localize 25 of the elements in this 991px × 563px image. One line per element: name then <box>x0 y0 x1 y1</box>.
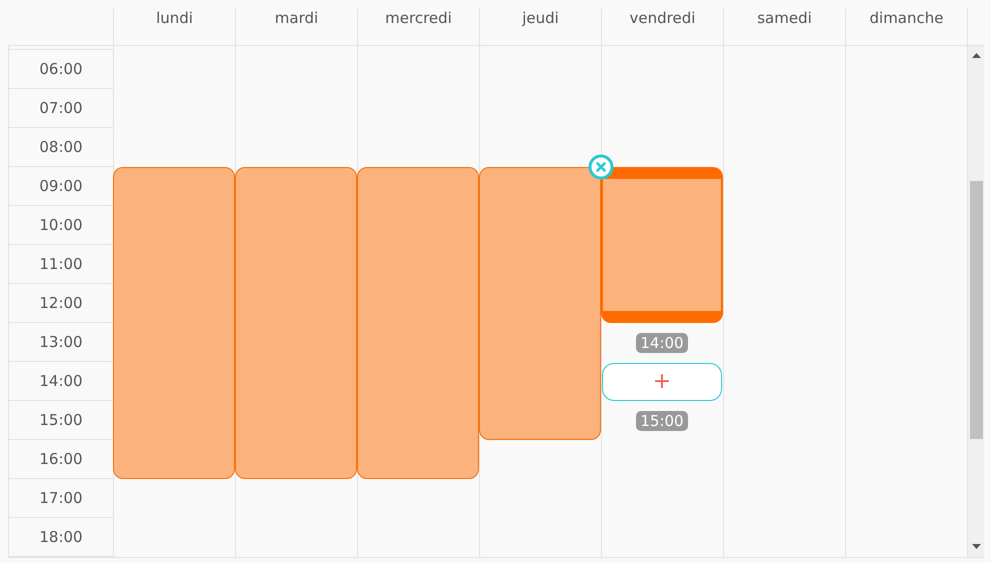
day-header: mardi <box>235 8 357 45</box>
add-slot-button[interactable]: + <box>602 362 722 400</box>
day-header: vendredi <box>601 8 723 45</box>
event-block[interactable] <box>113 167 235 479</box>
event-block[interactable] <box>235 167 357 479</box>
event-block[interactable] <box>479 167 601 440</box>
day-header: mercredi <box>357 8 479 45</box>
day-header: samedi <box>723 8 845 45</box>
time-label: 07:00 <box>9 89 113 128</box>
time-label: 06:00 <box>9 50 113 89</box>
time-label: 17:00 <box>9 479 113 518</box>
time-tag: 14:00 <box>636 332 688 352</box>
scrollbar-thumb[interactable] <box>970 181 983 439</box>
day-header: dimanche <box>845 8 967 45</box>
event-block[interactable] <box>601 167 723 323</box>
scrollbar[interactable] <box>968 46 984 557</box>
time-tag: 15:00 <box>636 410 688 430</box>
close-icon[interactable] <box>588 154 614 180</box>
scroll-down-icon[interactable] <box>972 544 981 549</box>
event-block[interactable] <box>357 167 479 479</box>
scroll-up-icon[interactable] <box>972 53 981 58</box>
time-label: 08:00 <box>9 128 113 167</box>
day-header: lundi <box>113 8 235 45</box>
time-label: 18:00 <box>9 518 113 557</box>
day-header: jeudi <box>479 8 601 45</box>
